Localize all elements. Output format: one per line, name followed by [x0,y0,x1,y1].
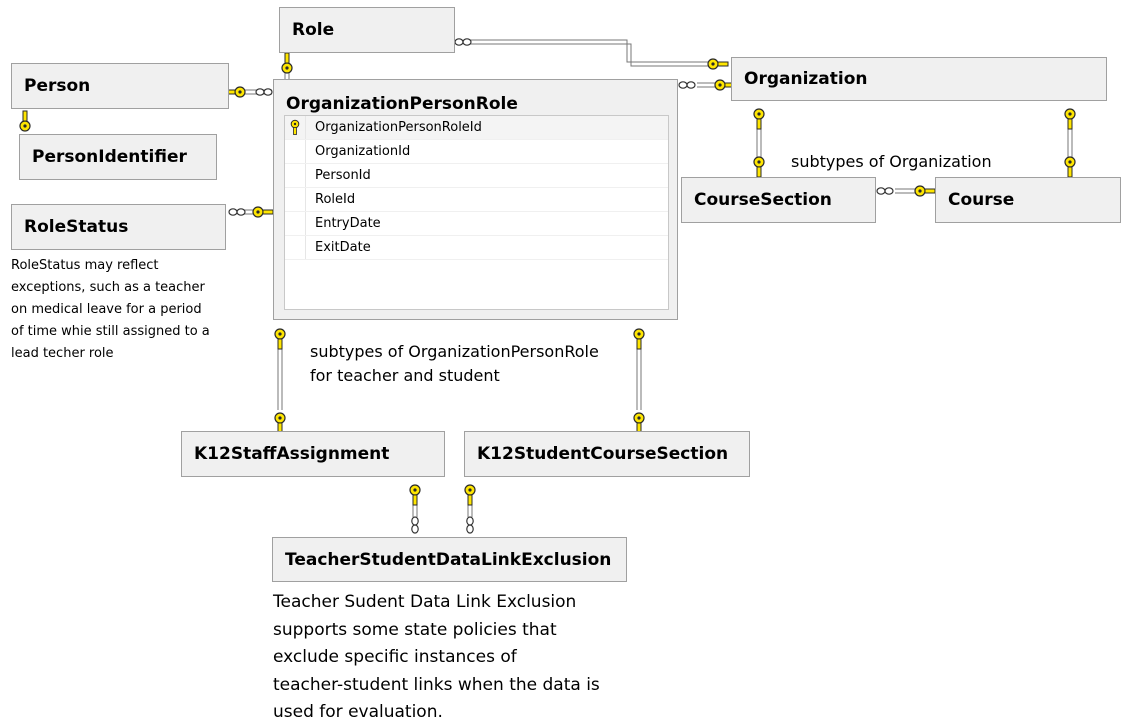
field-name: OrganizationId [315,144,411,159]
entity-teacher-student-data-link-exclusion[interactable]: TeacherStudentDataLinkExclusion [272,537,627,582]
entity-course[interactable]: Course [935,177,1121,223]
field-list: OrganizationPersonRoleId OrganizationId … [284,115,669,310]
opr-subtypes-note: subtypes of OrganizationPersonRole for t… [310,342,599,385]
infinity-icon [454,38,472,46]
infinity-icon [411,516,419,534]
entity-title: Organization [744,69,868,89]
entity-person[interactable]: Person [11,63,229,109]
role-status-note: RoleStatus may reflect exceptions, such … [11,258,210,361]
key-icon [464,484,476,506]
key-icon [19,110,31,132]
entity-k12-staff-assignment[interactable]: K12StaffAssignment [181,431,445,477]
field-row[interactable]: ExitDate [285,236,668,260]
field-row[interactable]: EntryDate [285,212,668,236]
key-icon [274,328,286,350]
organization-subtypes-note: subtypes of Organization [791,152,992,171]
field-name: EntryDate [315,216,381,231]
entity-title: Person [24,76,91,96]
field-name: PersonId [315,168,371,183]
field-row[interactable]: RoleId [285,188,668,212]
key-icon [753,108,765,130]
entity-title: RoleStatus [24,217,129,237]
entity-title: Role [292,20,335,40]
key-icon [1064,108,1076,130]
field-name: RoleId [315,192,356,207]
field-name: OrganizationPersonRoleId [315,120,482,135]
entity-role-status[interactable]: RoleStatus [11,204,226,250]
field-name: ExitDate [315,240,371,255]
entity-person-identifier[interactable]: PersonIdentifier [19,134,217,180]
key-icon [281,52,293,74]
entity-title: K12StaffAssignment [194,444,390,464]
key-icon [409,484,421,506]
infinity-icon [255,88,273,96]
entity-title: K12StudentCourseSection [477,444,729,464]
infinity-icon [466,516,474,534]
key-icon [914,185,936,197]
entity-organization-person-role[interactable]: OrganizationPersonRole OrganizationPerso… [273,79,678,320]
key-icon [707,58,729,70]
key-icon [633,328,645,350]
exclusion-note: Teacher Sudent Data Link Exclusion suppo… [273,592,600,722]
connector-role-organization [470,39,715,63]
key-icon [1064,156,1076,178]
entity-title: PersonIdentifier [32,147,187,167]
entity-title: TeacherStudentDataLinkExclusion [285,549,612,570]
key-icon [753,156,765,178]
infinity-icon [678,81,696,89]
entity-course-section[interactable]: CourseSection [681,177,876,223]
key-icon [252,206,274,218]
infinity-icon [876,187,894,195]
entity-title: CourseSection [694,190,832,210]
key-icon [633,412,645,434]
infinity-icon [228,208,246,216]
entity-organization[interactable]: Organization [731,57,1107,101]
entity-k12-student-course-section[interactable]: K12StudentCourseSection [464,431,750,477]
field-row[interactable]: OrganizationPersonRoleId [285,116,668,140]
entity-role[interactable]: Role [279,7,455,53]
field-row[interactable]: OrganizationId [285,140,668,164]
entity-title: OrganizationPersonRole [286,94,518,114]
field-row[interactable]: PersonId [285,164,668,188]
entity-title: Course [948,190,1015,210]
key-icon [274,412,286,434]
primary-key-icon [290,119,300,135]
